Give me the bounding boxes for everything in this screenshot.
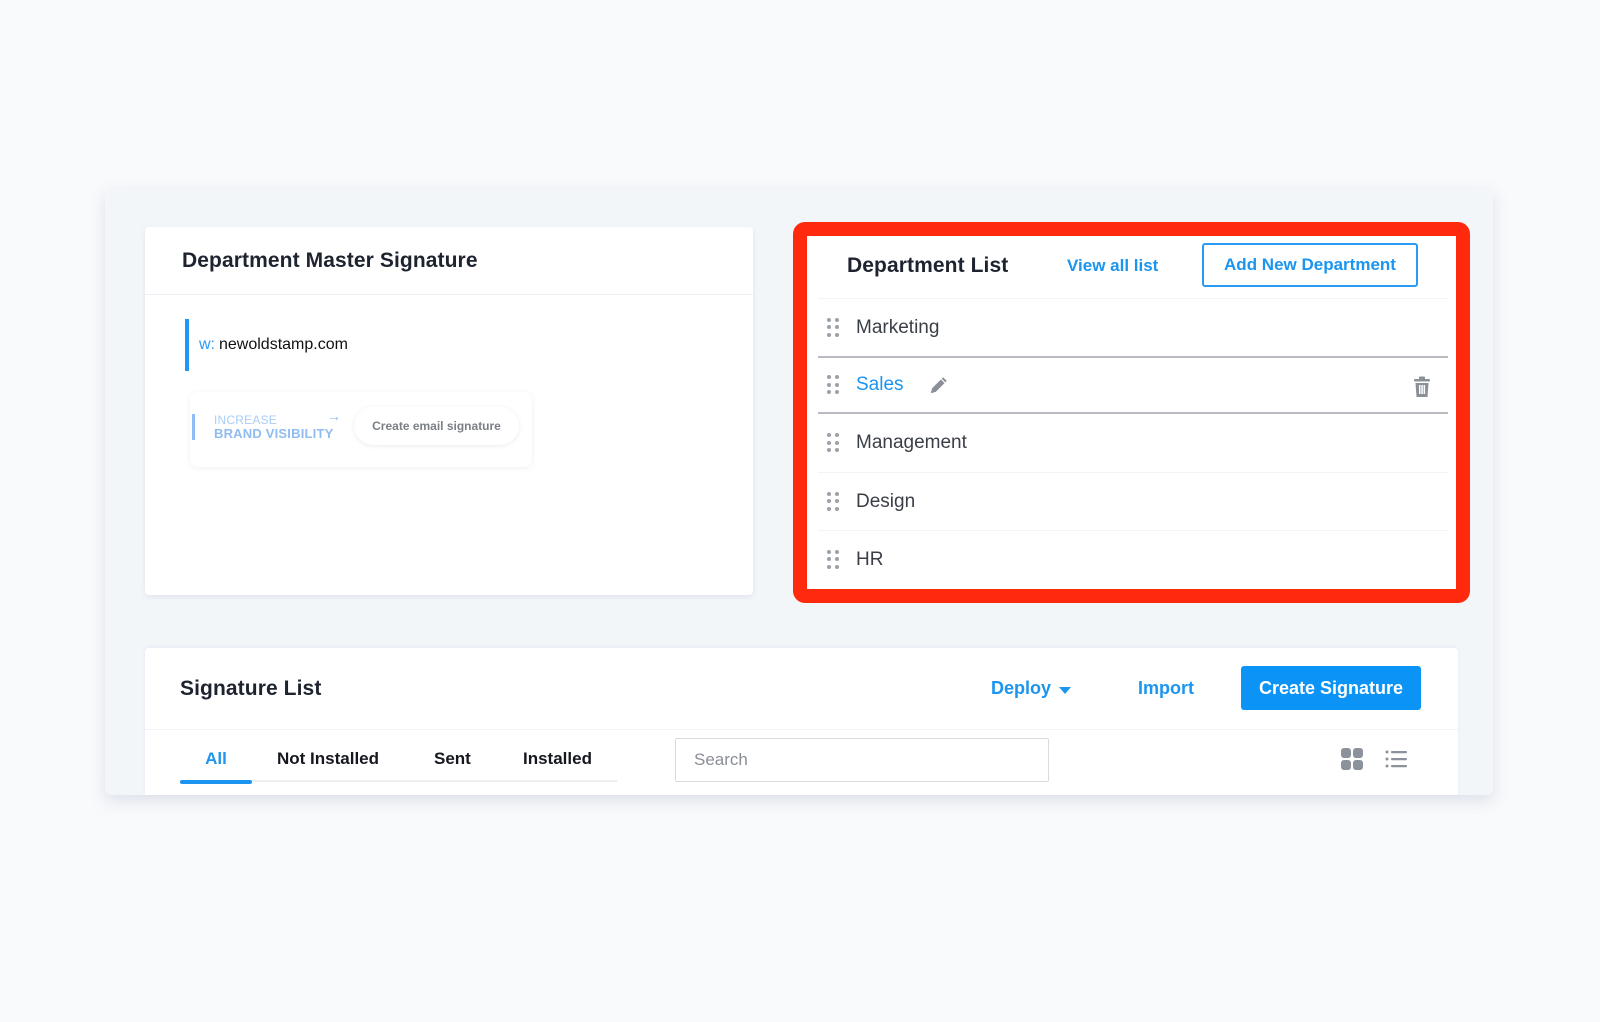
edit-pencil-icon[interactable] — [928, 374, 950, 396]
add-new-department-button[interactable]: Add New Department — [1202, 243, 1418, 287]
drag-handle-icon[interactable] — [827, 491, 839, 512]
create-email-signature-button[interactable]: Create email signature — [354, 407, 519, 445]
department-list-title: Department List — [847, 254, 1009, 277]
department-list: Marketing Sales Management Design HR — [818, 298, 1448, 588]
tab-not-installed[interactable]: Not Installed — [277, 740, 387, 782]
tab-all[interactable]: All — [180, 740, 252, 784]
deploy-dropdown[interactable]: Deploy — [991, 678, 1072, 699]
department-row[interactable]: HR — [818, 530, 1448, 588]
import-link[interactable]: Import — [1138, 678, 1194, 699]
department-name: Sales — [856, 374, 904, 395]
signature-filter-tabs: All Not Installed Sent Installed — [180, 740, 617, 784]
tab-installed[interactable]: Installed — [523, 740, 592, 782]
banner-accent-bar — [192, 414, 195, 440]
department-list-card: Department List View all list Add New De… — [807, 236, 1456, 589]
master-signature-title: Department Master Signature — [182, 249, 478, 272]
trash-icon[interactable] — [1412, 376, 1432, 398]
tab-sent[interactable]: Sent — [434, 740, 474, 782]
grid-view-icon[interactable] — [1341, 748, 1363, 770]
signature-list-header: Signature List Deploy Import Create Sign… — [145, 648, 1458, 730]
department-row-selected[interactable]: Sales — [818, 356, 1448, 414]
banner-line-1: INCREASE — [214, 413, 277, 427]
deploy-label: Deploy — [991, 678, 1052, 698]
caret-down-icon — [1059, 686, 1072, 694]
department-name: Marketing — [856, 316, 940, 338]
signature-list-card: Signature List Deploy Import Create Sign… — [145, 648, 1458, 795]
department-name: Design — [856, 490, 916, 512]
master-signature-header: Department Master Signature — [145, 227, 753, 295]
signature-website-line: w: newoldstamp.com — [185, 319, 348, 371]
department-row[interactable]: Management — [818, 414, 1448, 472]
drag-handle-icon[interactable] — [827, 433, 839, 453]
arrow-right-icon: → — [327, 408, 341, 424]
drag-handle-icon[interactable] — [827, 375, 839, 395]
website-value: newoldstamp.com — [219, 336, 348, 353]
drag-handle-icon[interactable] — [827, 549, 839, 570]
list-view-icon[interactable] — [1385, 749, 1407, 769]
search-input[interactable] — [675, 738, 1049, 782]
department-name: HR — [856, 548, 884, 570]
master-signature-card: Department Master Signature w: newoldsta… — [145, 227, 753, 595]
drag-handle-icon[interactable] — [827, 317, 839, 338]
signature-banner[interactable]: INCREASE → BRAND VISIBILITY Create email… — [190, 392, 532, 467]
view-all-list-link[interactable]: View all list — [1067, 256, 1158, 276]
department-row[interactable]: Marketing — [818, 298, 1448, 356]
department-row[interactable]: Design — [818, 472, 1448, 530]
department-list-header: Department List View all list Add New De… — [807, 236, 1456, 298]
banner-line-2: BRAND VISIBILITY — [214, 426, 334, 441]
signature-list-title: Signature List — [180, 677, 322, 700]
create-signature-button[interactable]: Create Signature — [1241, 666, 1421, 710]
website-label: w: — [199, 336, 215, 353]
department-name: Management — [856, 432, 967, 453]
